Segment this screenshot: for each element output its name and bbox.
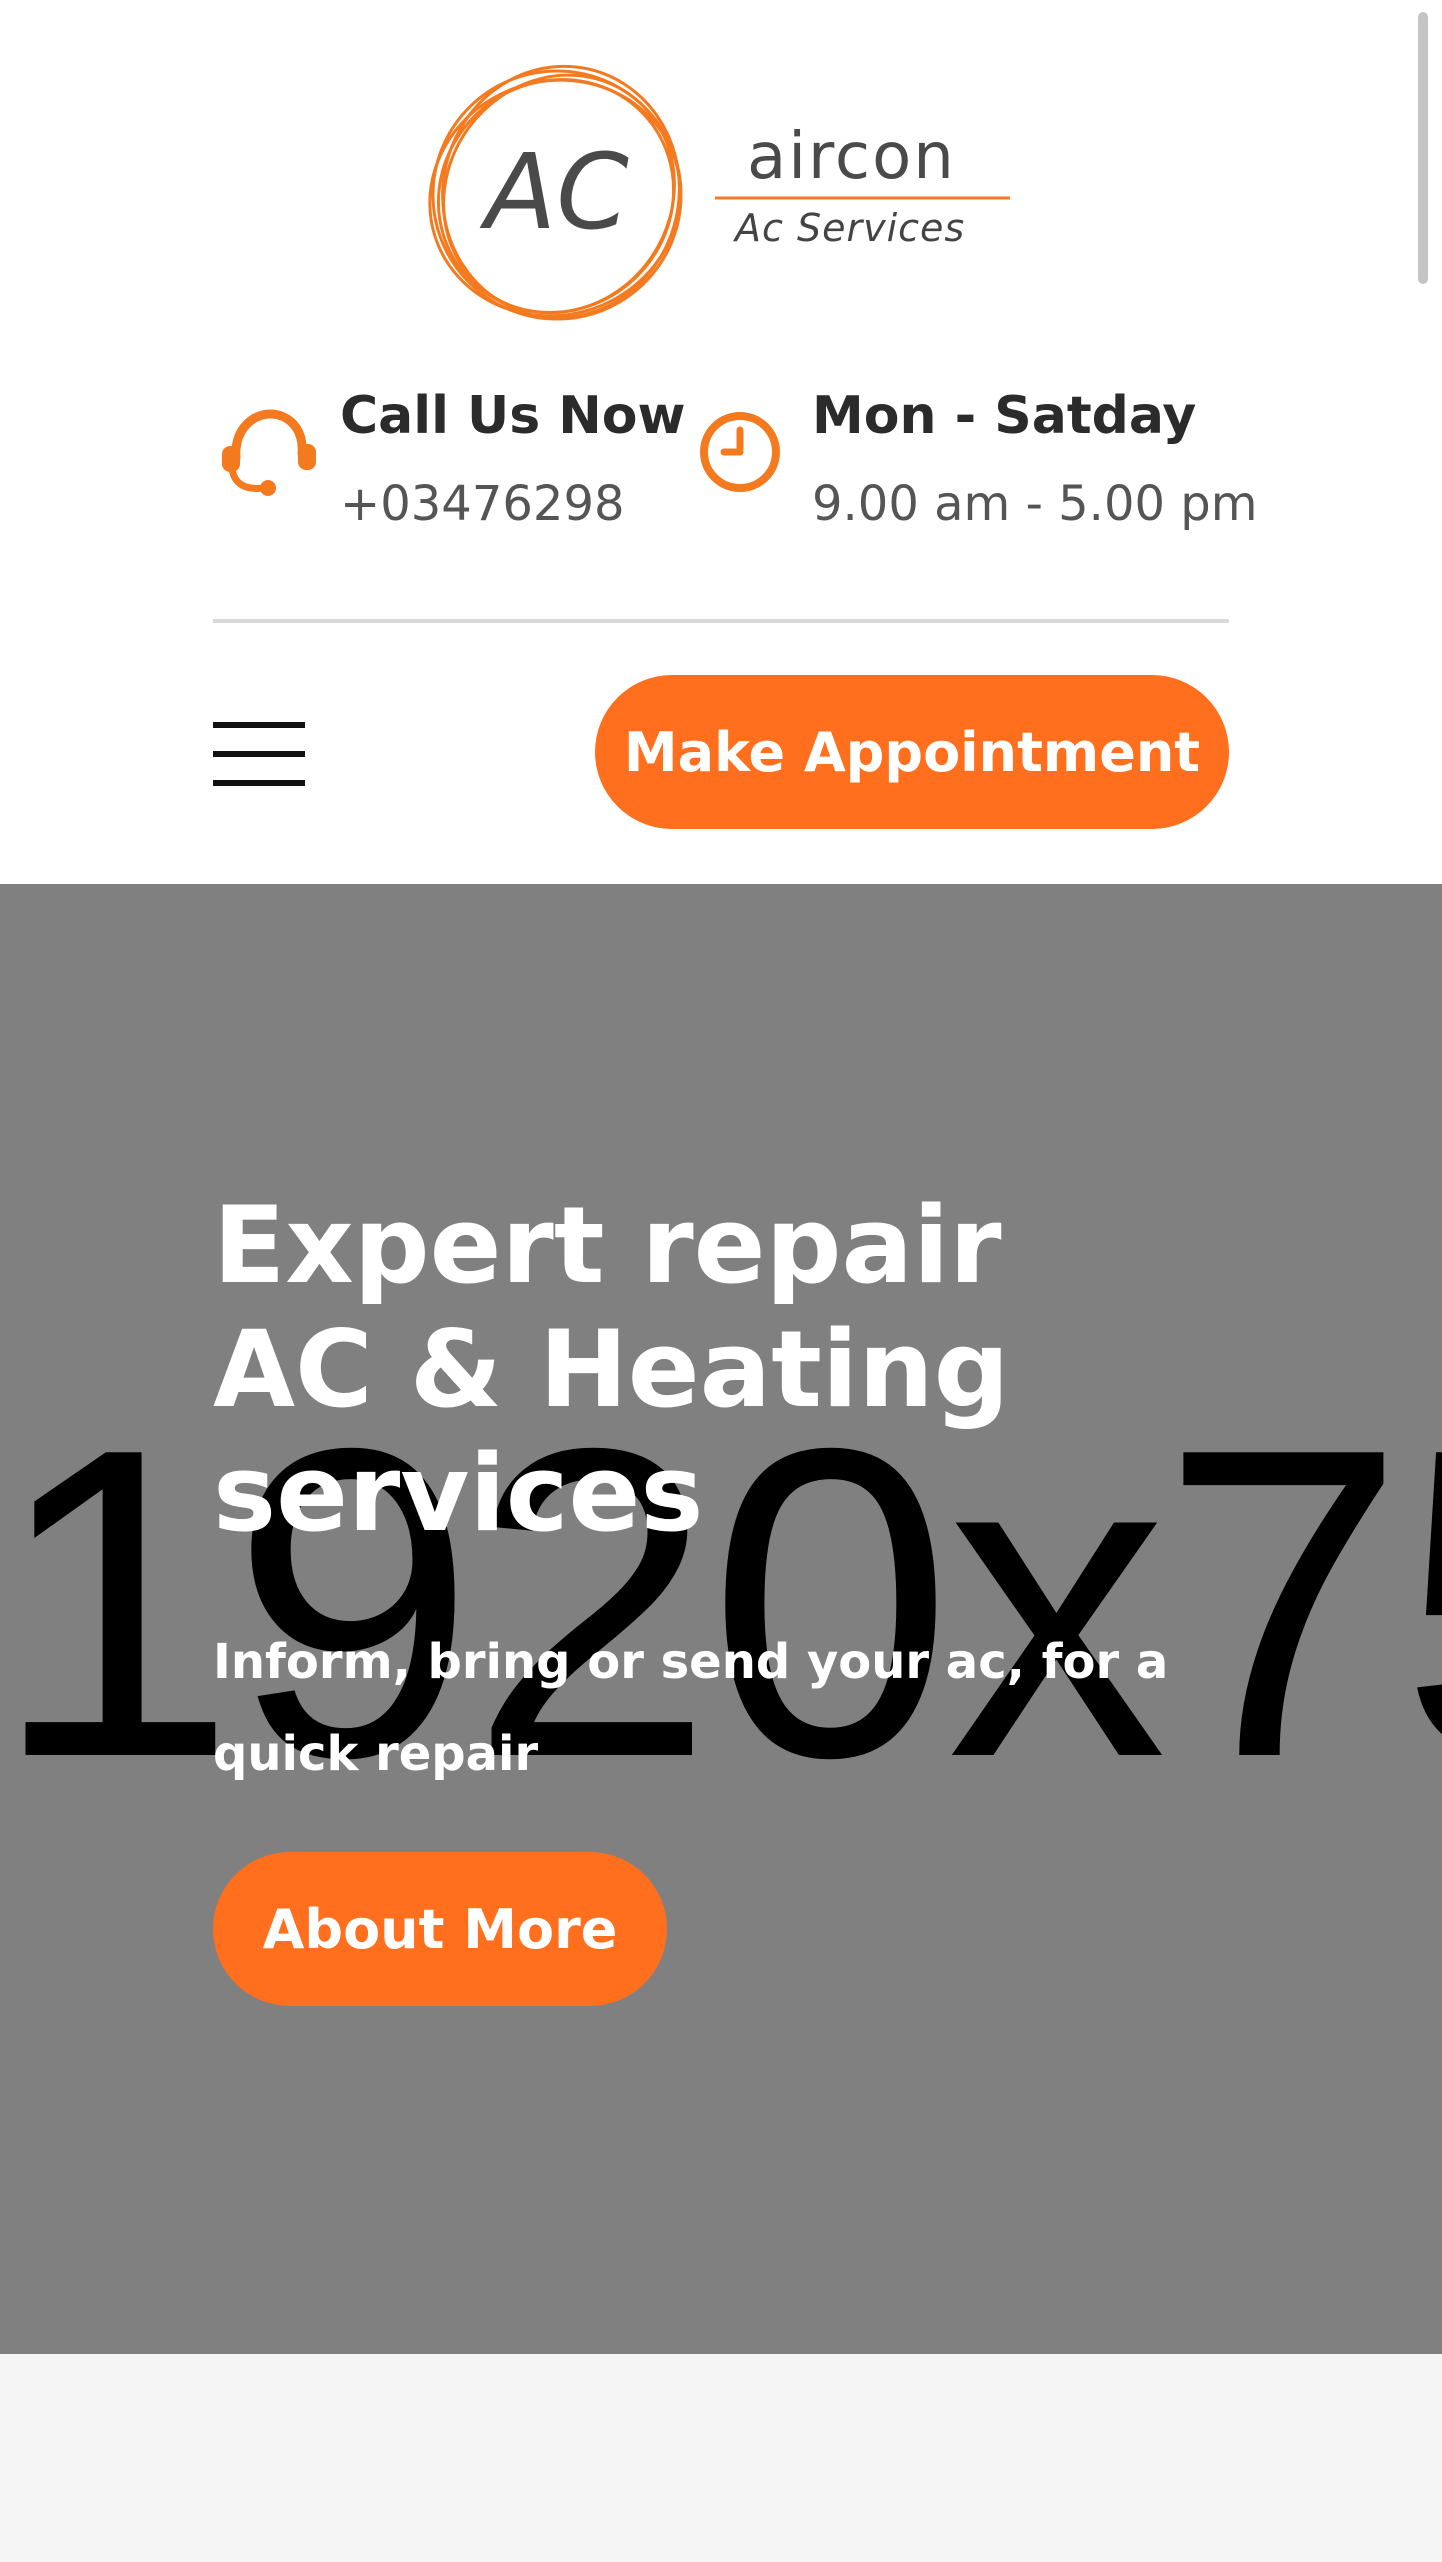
headset-icon [222, 409, 316, 496]
hamburger-menu-icon[interactable] [213, 718, 305, 790]
logo-wordmark: aircon [747, 120, 956, 194]
make-appointment-button[interactable]: Make Appointment [595, 675, 1229, 829]
hero-description: Inform, bring or send your ac, for a qui… [213, 1634, 1169, 1782]
logo-rings-icon: AC [428, 64, 1010, 321]
hero-content: Expert repair AC & Heating services Info… [213, 1184, 1213, 1800]
hero-title-line: AC & Heating [213, 1308, 1010, 1431]
hero-banner: 1920x750 Expert repair AC & Heating serv… [0, 884, 1442, 2354]
logo-tagline: Ac Services [735, 206, 966, 250]
logo-initials: AC [479, 131, 629, 253]
site-header: AC aircon Ac Services Call Us Now +03476… [0, 0, 1442, 884]
hero-title-line: services [213, 1432, 704, 1555]
about-more-button[interactable]: About More [213, 1852, 667, 2006]
scrollbar[interactable] [1418, 12, 1428, 284]
page: AC aircon Ac Services Call Us Now +03476… [0, 0, 1442, 2562]
hero-title: Expert repair AC & Heating services [213, 1184, 1213, 1556]
call-info: Call Us Now +03476298 [218, 384, 686, 544]
next-section [0, 2354, 1442, 2562]
hours-title: Mon - Satday [812, 386, 1197, 446]
call-title: Call Us Now [340, 386, 686, 446]
hero-title-line: Expert repair [213, 1184, 1002, 1307]
hours-value: 9.00 am - 5.00 pm [812, 476, 1258, 532]
header-divider [213, 619, 1229, 623]
phone-number[interactable]: +03476298 [340, 472, 686, 536]
logo[interactable]: AC aircon Ac Services [425, 64, 1015, 326]
hours-info: Mon - Satday 9.00 am - 5.00 pm [696, 384, 1258, 544]
clock-icon [700, 412, 780, 492]
